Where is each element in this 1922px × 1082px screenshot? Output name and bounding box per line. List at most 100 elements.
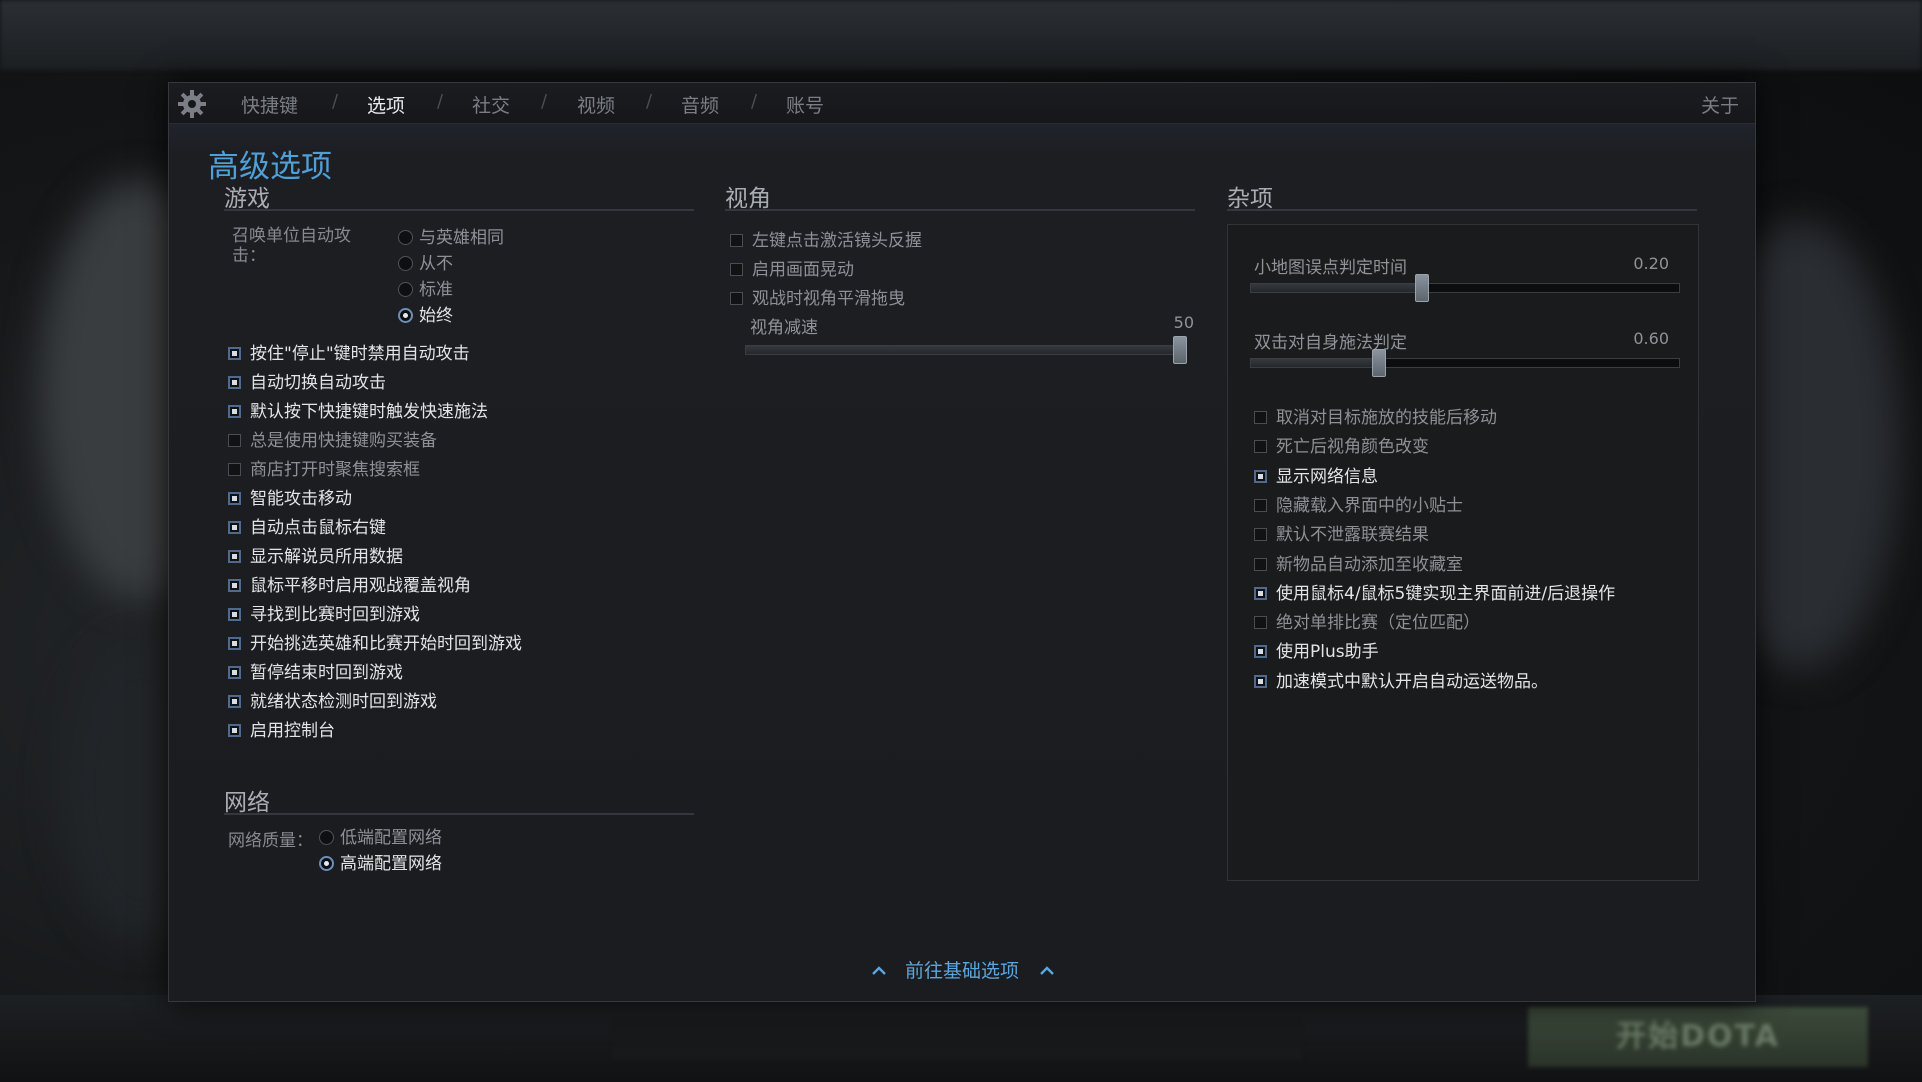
tab-separator: / [751,91,758,112]
tab-social[interactable]: 社交 [472,91,510,118]
camera-option-checkbox[interactable] [730,263,743,276]
doubletap-selfcast-value: 0.60 [1633,329,1669,348]
game-option-label[interactable]: 自动点击鼠标右键 [250,516,386,540]
game-option-label[interactable]: 自动切换自动攻击 [250,371,386,395]
camera-deceleration-value: 50 [1173,313,1194,332]
game-option-label[interactable]: 就绪状态检测时回到游戏 [250,690,437,714]
game-option-checkbox[interactable] [228,521,241,534]
background-top-bar [0,0,1922,70]
summon-option-label[interactable]: 与英雄相同 [419,226,504,250]
camera-option-checkbox[interactable] [730,292,743,305]
summon-option-radio[interactable] [398,308,413,323]
game-option-checkbox[interactable] [228,724,241,737]
summon-option-label[interactable]: 始终 [419,304,453,328]
settings-panel: 快捷键 / 选项 / 社交 / 视频 / 音频 / 账号 关于 高级选项 游戏 … [168,82,1756,1002]
game-option-label[interactable]: 总是使用快捷键购买装备 [250,429,437,453]
misc-option-checkbox[interactable] [1254,674,1267,688]
misc-option-label[interactable]: 使用鼠标4/鼠标5键实现主界面前进/后退操作 [1276,582,1615,606]
game-option-label[interactable]: 启用控制台 [250,719,335,743]
game-option-label[interactable]: 暂停结束时回到游戏 [250,661,403,685]
misc-option-label[interactable]: 加速模式中默认开启自动运送物品。 [1276,670,1548,694]
game-option-label[interactable]: 商店打开时聚焦搜索框 [250,458,420,482]
doubletap-selfcast-handle[interactable] [1372,349,1386,377]
tab-account[interactable]: 账号 [786,91,824,118]
minimap-misclick-value: 0.20 [1633,254,1669,273]
game-option-label[interactable]: 智能攻击移动 [250,487,352,511]
camera-option-label[interactable]: 观战时视角平滑拖曳 [752,287,905,311]
about-link[interactable]: 关于 [1701,91,1739,118]
camera-deceleration-label: 视角减速 [750,318,818,338]
misc-option-checkbox[interactable] [1254,528,1267,542]
camera-option-label[interactable]: 左键点击激活镜头反握 [752,229,922,253]
tab-separator: / [332,91,339,112]
game-option-label[interactable]: 开始挑选英雄和比赛开始时回到游戏 [250,632,522,656]
game-option-label[interactable]: 鼠标平移时启用观战覆盖视角 [250,574,471,598]
minimap-misclick-handle[interactable] [1415,274,1429,302]
goto-basic-options-link[interactable]: 前往基础选项 [869,956,1055,986]
game-option-label[interactable]: 显示解说员所用数据 [250,545,403,569]
misc-option-label[interactable]: 隐藏载入界面中的小贴士 [1276,494,1463,518]
game-option-checkbox[interactable] [228,463,241,476]
divider [224,209,694,211]
misc-option-label[interactable]: 使用Plus助手 [1276,640,1379,664]
network-option-radio[interactable] [319,856,334,871]
summon-autoattack-label: 召唤单位自动攻击： [232,226,351,266]
game-option-checkbox[interactable] [228,666,241,679]
game-option-checkbox[interactable] [228,608,241,621]
misc-option-label[interactable]: 默认不泄露联赛结果 [1276,523,1429,547]
minimap-misclick-label: 小地图误点判定时间 [1254,258,1407,278]
misc-option-label[interactable]: 死亡后视角颜色改变 [1276,435,1429,459]
summon-option-label[interactable]: 从不 [419,252,453,276]
network-option-label[interactable]: 低端配置网络 [340,826,442,850]
tab-separator: / [541,91,548,112]
summon-option-radio[interactable] [398,282,413,297]
tab-audio[interactable]: 音频 [681,91,719,118]
misc-option-label[interactable]: 绝对单排比赛（定位匹配） [1276,611,1480,635]
game-option-checkbox[interactable] [228,405,241,418]
game-option-checkbox[interactable] [228,434,241,447]
misc-option-checkbox[interactable] [1254,440,1267,454]
misc-option-checkbox[interactable] [1254,411,1267,424]
misc-option-checkbox[interactable] [1254,557,1267,571]
misc-option-label[interactable]: 取消对目标施放的技能后移动 [1276,406,1497,430]
game-option-label[interactable]: 寻找到比赛时回到游戏 [250,603,420,627]
tab-separator: / [437,91,444,112]
game-option-checkbox[interactable] [228,637,241,650]
game-option-checkbox[interactable] [228,347,241,360]
summon-option-label[interactable]: 标准 [419,278,453,302]
tab-video[interactable]: 视频 [577,91,615,118]
game-section-heading: 游戏 [224,186,270,212]
game-option-checkbox[interactable] [228,376,241,389]
camera-section-heading: 视角 [725,186,771,212]
misc-option-checkbox[interactable] [1254,645,1267,659]
game-option-checkbox[interactable] [228,492,241,505]
game-option-checkbox[interactable] [228,695,241,708]
game-option-label[interactable]: 按住"停止"键时禁用自动攻击 [250,342,470,366]
doubletap-selfcast-slider[interactable] [1250,358,1680,368]
camera-deceleration-slider[interactable] [745,345,1187,355]
background-chat-input [612,1020,1302,1060]
settings-tab-bar: 快捷键 / 选项 / 社交 / 视频 / 音频 / 账号 关于 [169,83,1755,124]
gear-icon[interactable] [177,89,207,119]
minimap-misclick-slider[interactable] [1250,283,1680,293]
game-option-checkbox[interactable] [228,579,241,592]
network-option-radio[interactable] [319,830,334,845]
misc-option-label[interactable]: 新物品自动添加至收藏室 [1276,553,1463,577]
misc-option-checkbox[interactable] [1254,616,1267,630]
camera-option-checkbox[interactable] [730,234,743,247]
misc-option-checkbox[interactable] [1254,586,1267,600]
tab-hotkeys[interactable]: 快捷键 [241,91,298,118]
misc-option-checkbox[interactable] [1254,469,1267,483]
camera-option-label[interactable]: 启用画面晃动 [752,258,854,282]
tab-options[interactable]: 选项 [367,91,405,118]
misc-option-label[interactable]: 显示网络信息 [1276,465,1378,489]
misc-option-checkbox[interactable] [1254,498,1267,512]
summon-option-radio[interactable] [398,230,413,245]
game-option-checkbox[interactable] [228,550,241,563]
camera-deceleration-handle[interactable] [1173,336,1187,364]
summon-option-radio[interactable] [398,256,413,271]
play-dota-button[interactable]: 开始DOTA [1528,1007,1868,1067]
divider [224,813,694,815]
network-option-label[interactable]: 高端配置网络 [340,852,442,876]
game-option-label[interactable]: 默认按下快捷键时触发快速施法 [250,400,488,424]
